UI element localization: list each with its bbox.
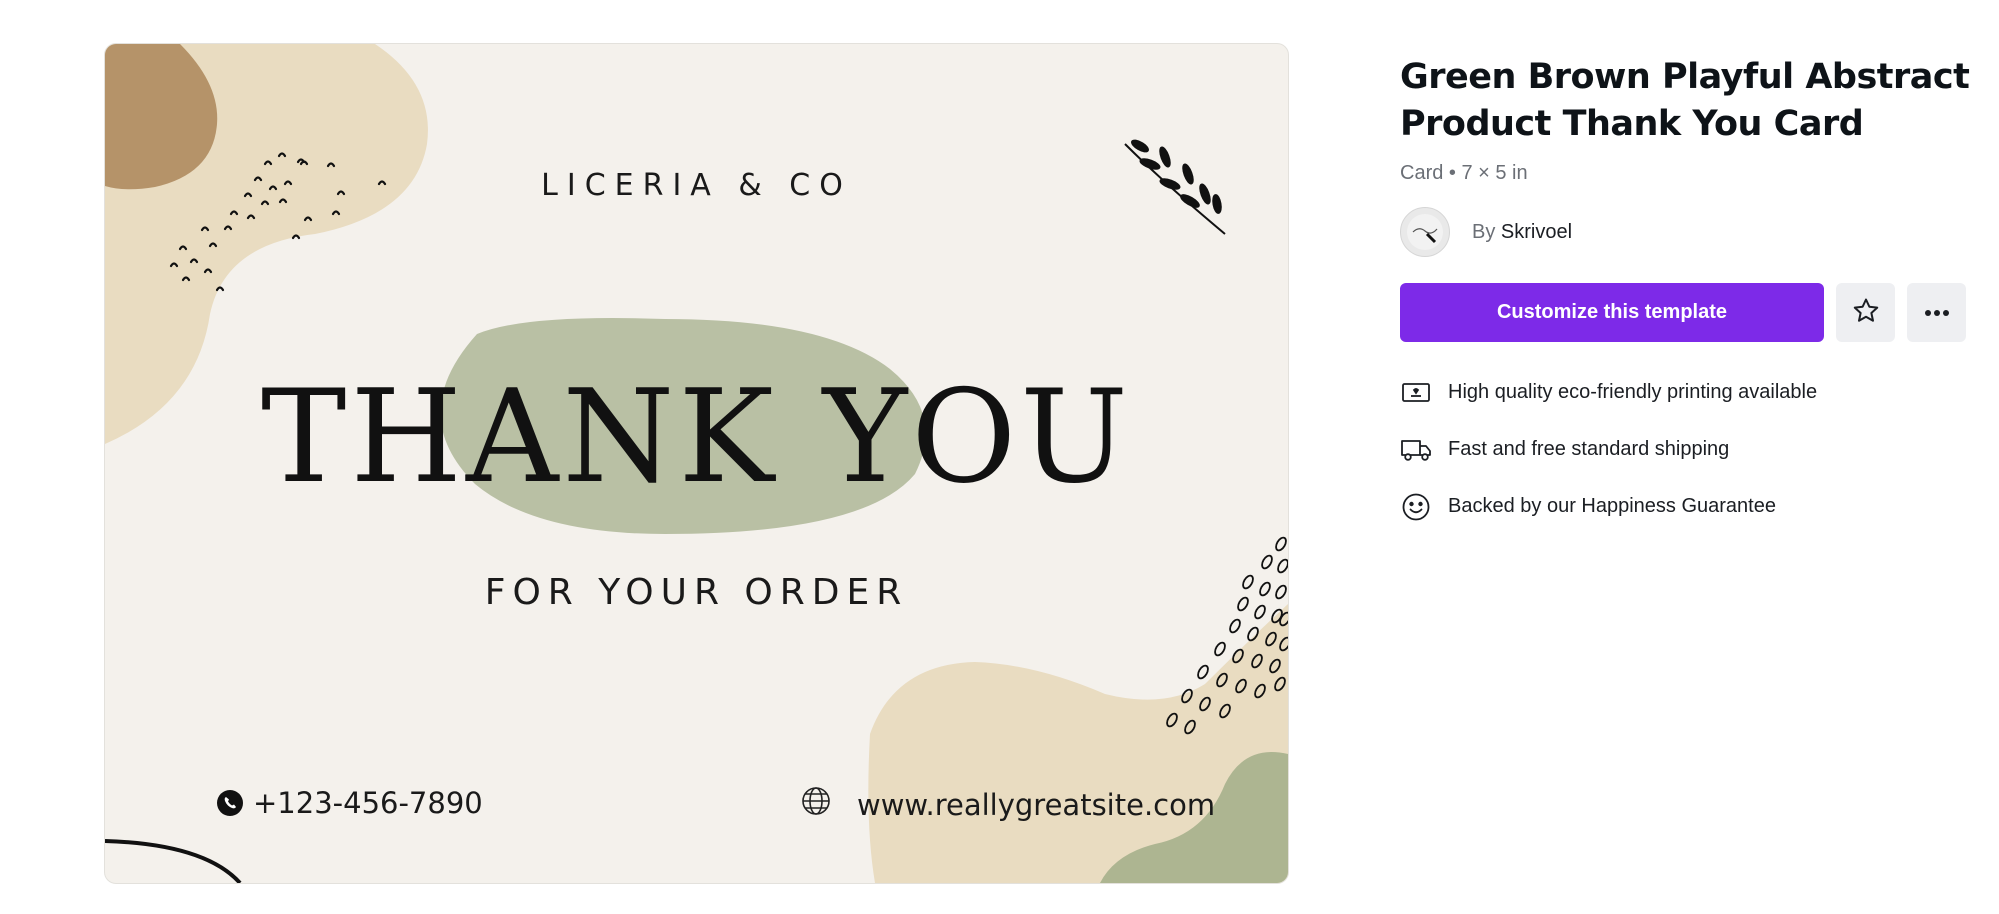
phone-contact: +123-456-7890: [217, 786, 483, 820]
website-contact: www.reallygreatsite.com: [801, 786, 1215, 823]
customize-template-button[interactable]: Customize this template: [1400, 283, 1824, 342]
phone-number: +123-456-7890: [253, 786, 483, 820]
phone-icon: [217, 790, 243, 816]
truck-icon: [1400, 434, 1432, 466]
headline: THANK YOU: [260, 363, 1133, 512]
list-item: Backed by our Happiness Guarantee: [1400, 478, 1970, 535]
list-item: High quality eco-friendly printing avail…: [1400, 364, 1970, 421]
printer-icon: [1400, 377, 1432, 409]
feature-list: High quality eco-friendly printing avail…: [1400, 364, 1970, 535]
favorite-button[interactable]: [1836, 283, 1895, 342]
template-page: LICERIA & CO THANK YOU FOR YOUR ORDER +1…: [0, 0, 1999, 914]
more-options-button[interactable]: [1907, 283, 1966, 342]
star-icon: [1851, 296, 1881, 329]
brand-name: LICERIA & CO: [541, 168, 852, 203]
author-prefix: By: [1472, 220, 1496, 243]
list-item: Fast and free standard shipping: [1400, 421, 1970, 478]
author-row[interactable]: By Skrivoel: [1400, 207, 1970, 257]
curve-line: [105, 839, 242, 883]
action-bar: Customize this template: [1400, 283, 1970, 342]
template-meta: Card • 7 × 5 in: [1400, 162, 1528, 184]
feature-text: Backed by our Happiness Guarantee: [1448, 495, 1776, 517]
feature-text: High quality eco-friendly printing avail…: [1448, 381, 1818, 403]
smile-icon: [1400, 491, 1432, 523]
avatar[interactable]: [1400, 207, 1450, 257]
page-title: Green Brown Playful Abstract Product Tha…: [1400, 57, 1970, 144]
globe-icon: [801, 786, 831, 823]
website-url: www.reallygreatsite.com: [857, 787, 1216, 822]
template-preview[interactable]: LICERIA & CO THANK YOU FOR YOUR ORDER +1…: [104, 43, 1289, 884]
more-icon: [1924, 305, 1950, 320]
template-details: Green Brown Playful Abstract Product Tha…: [1400, 54, 1970, 551]
subline: FOR YOUR ORDER: [484, 572, 909, 613]
feature-text: Fast and free standard shipping: [1448, 438, 1730, 460]
author-name[interactable]: Skrivoel: [1501, 221, 1572, 243]
